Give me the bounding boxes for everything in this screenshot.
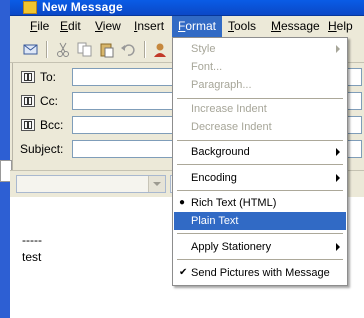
- body-text: test: [22, 250, 42, 264]
- check-names-icon[interactable]: [152, 41, 170, 58]
- toolbar-separator: [144, 41, 146, 58]
- menu-format[interactable]: Format: [172, 16, 223, 37]
- undo-icon[interactable]: [120, 41, 138, 58]
- to-label: To:: [40, 70, 57, 84]
- address-book-icon[interactable]: [21, 95, 35, 107]
- toolbar-separator: [46, 41, 48, 58]
- menu-message[interactable]: Message: [265, 16, 326, 37]
- format-menu: Style Font... Paragraph... Increase Inde…: [172, 37, 348, 286]
- menu-help[interactable]: Help: [322, 16, 359, 37]
- subject-label: Subject:: [20, 142, 64, 156]
- submenu-arrow-icon: [336, 148, 340, 156]
- bullet-icon: ●: [179, 197, 186, 208]
- menu-separator: [177, 164, 343, 165]
- chevron-down-icon[interactable]: [148, 176, 165, 192]
- envelope-icon: [23, 1, 37, 14]
- menu-separator: [177, 259, 343, 260]
- submenu-arrow-icon: [336, 243, 340, 251]
- menu-separator: [177, 190, 343, 191]
- menu-tools[interactable]: Tools: [222, 16, 262, 37]
- menu-item-background[interactable]: Background: [174, 143, 346, 161]
- menu-separator: [177, 233, 343, 234]
- send-icon[interactable]: [22, 41, 40, 58]
- menu-separator: [177, 140, 343, 141]
- menu-separator: [177, 98, 343, 99]
- menu-item-style[interactable]: Style: [174, 40, 346, 58]
- signature-separator: -----: [22, 233, 42, 247]
- menu-item-rich-text[interactable]: ● Rich Text (HTML): [174, 194, 346, 212]
- menu-bar: File Edit View Insert Format Tools Messa…: [10, 16, 364, 39]
- copy-icon[interactable]: [76, 41, 94, 58]
- menu-item-plain-text[interactable]: Plain Text: [174, 212, 346, 230]
- address-book-icon[interactable]: [21, 119, 35, 131]
- background-window-frame: [0, 0, 10, 318]
- address-book-icon[interactable]: [21, 71, 35, 83]
- menu-view[interactable]: View: [89, 16, 127, 37]
- checkmark-icon: ✔: [179, 267, 188, 278]
- menu-item-font[interactable]: Font...: [174, 58, 346, 76]
- menu-item-increase-indent[interactable]: Increase Indent: [174, 100, 346, 118]
- font-name-dropdown[interactable]: [16, 175, 166, 193]
- bcc-label: Bcc:: [40, 118, 64, 132]
- menu-item-paragraph[interactable]: Paragraph...: [174, 76, 346, 94]
- menu-item-encoding[interactable]: Encoding: [174, 169, 346, 187]
- title-bar[interactable]: New Message: [10, 0, 364, 16]
- submenu-arrow-icon: [336, 174, 340, 182]
- menu-item-decrease-indent[interactable]: Decrease Indent: [174, 118, 346, 136]
- menu-insert[interactable]: Insert: [128, 16, 170, 37]
- menu-item-apply-stationery[interactable]: Apply Stationery: [174, 238, 346, 256]
- cut-icon[interactable]: [54, 41, 72, 58]
- menu-edit[interactable]: Edit: [54, 16, 87, 37]
- submenu-arrow-icon: [336, 45, 340, 53]
- paste-icon[interactable]: [98, 41, 116, 58]
- menu-file[interactable]: File: [24, 16, 55, 37]
- menu-item-send-pictures[interactable]: ✔ Send Pictures with Message: [174, 264, 346, 282]
- window-title: New Message: [42, 0, 123, 14]
- cc-label: Cc:: [40, 94, 58, 108]
